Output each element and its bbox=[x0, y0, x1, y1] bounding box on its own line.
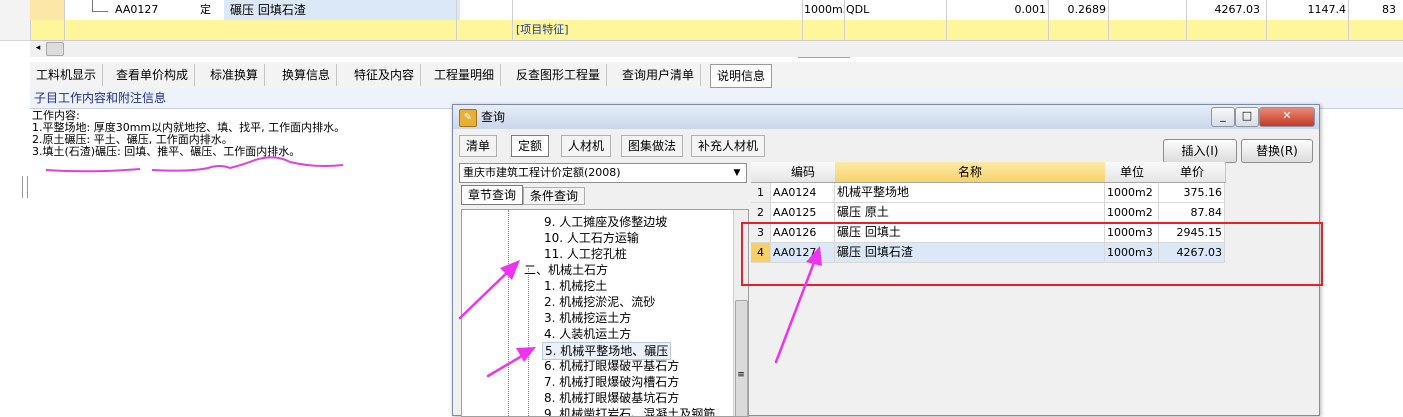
arrow-annotations bbox=[458, 246, 822, 378]
